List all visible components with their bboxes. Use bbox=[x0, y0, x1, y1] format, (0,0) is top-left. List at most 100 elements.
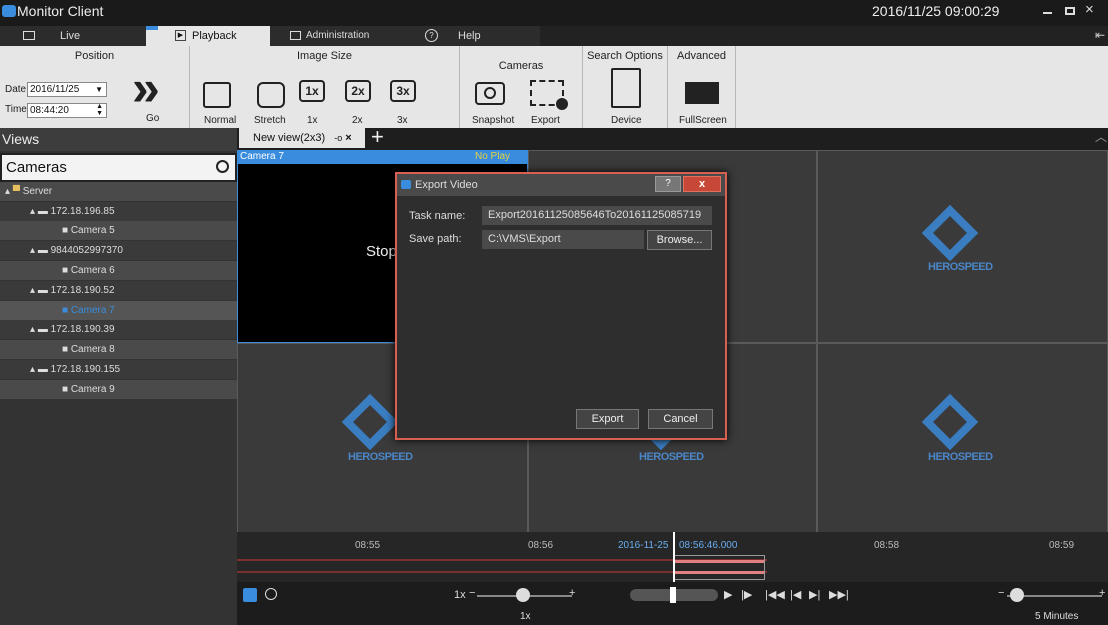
zoom-2x-icon[interactable]: 2x bbox=[345, 80, 371, 102]
sync-icon[interactable] bbox=[243, 588, 257, 602]
export-selection[interactable] bbox=[673, 555, 765, 580]
tree-node-server[interactable]: ▴ ▀ Server bbox=[0, 182, 237, 201]
zoom-2x-button[interactable]: 2x bbox=[352, 115, 363, 126]
play-icon[interactable]: ▶ bbox=[724, 588, 732, 601]
stretch-icon[interactable] bbox=[257, 82, 285, 108]
view-tab[interactable]: New view(2x3) -o × bbox=[239, 128, 365, 148]
tree-node-camera[interactable]: ■ Camera 8 bbox=[0, 340, 237, 359]
collapse-icon[interactable]: ︿ bbox=[1095, 128, 1107, 145]
play-status: No Play bbox=[475, 151, 511, 162]
app-title: Monitor Client bbox=[17, 3, 104, 19]
date-field[interactable]: 2016/11/25 ▼ bbox=[27, 82, 107, 97]
tree-node-camera[interactable]: ■ Camera 6 bbox=[0, 261, 237, 280]
help-icon: ? bbox=[425, 29, 438, 42]
export-button[interactable]: Export bbox=[531, 115, 560, 126]
tab-playback-label: Playback bbox=[192, 30, 237, 42]
exit-icon[interactable]: ⇤ bbox=[1095, 28, 1105, 42]
zoom-3x-icon[interactable]: 3x bbox=[390, 80, 416, 102]
speed-slider-thumb[interactable] bbox=[516, 588, 530, 602]
snapshot-icon[interactable] bbox=[475, 82, 505, 105]
main-tabs: Live ▶ Playback Administration ? Help ⇤ bbox=[0, 26, 1108, 46]
zoom-1x-button[interactable]: 1x bbox=[307, 115, 318, 126]
tab-live[interactable]: Live bbox=[0, 26, 146, 46]
tab-help-label: Help bbox=[458, 30, 481, 42]
zoom-minus-icon[interactable]: − bbox=[998, 587, 1004, 599]
export-confirm-button[interactable]: Export bbox=[576, 409, 639, 429]
fullscreen-button[interactable]: FullScreen bbox=[679, 115, 727, 126]
dialog-close-button[interactable]: x bbox=[683, 176, 721, 192]
dialog-help-button[interactable]: ? bbox=[655, 176, 681, 192]
stretch-button[interactable]: Stretch bbox=[254, 115, 286, 126]
maximize-icon[interactable] bbox=[1065, 7, 1075, 15]
zoom-3x-icon-text: 3x bbox=[396, 84, 410, 98]
next-frame-icon[interactable]: ▶| bbox=[809, 588, 820, 601]
spinner-icon[interactable]: ▲ ▼ bbox=[96, 103, 103, 117]
close-icon[interactable]: × bbox=[1085, 1, 1094, 18]
export-icon[interactable] bbox=[530, 80, 568, 110]
close-tab-icon[interactable]: × bbox=[345, 132, 351, 144]
tree-node-camera[interactable]: ■ Camera 9 bbox=[0, 380, 237, 399]
device-button[interactable]: Device bbox=[611, 115, 642, 126]
zoom-1x-icon[interactable]: 1x bbox=[299, 80, 325, 102]
dialog-app-icon bbox=[401, 180, 411, 189]
speed-plus-icon[interactable]: + bbox=[569, 587, 575, 599]
speed-minus-icon[interactable]: − bbox=[469, 587, 475, 599]
go-button[interactable]: Go bbox=[146, 113, 159, 124]
timeline-cursor[interactable] bbox=[673, 532, 675, 582]
views-header: Views bbox=[0, 128, 237, 151]
zoom-slider-thumb[interactable] bbox=[1010, 588, 1024, 602]
export-video-dialog: Export Video ? x Task name: Export201611… bbox=[395, 172, 727, 440]
zoom-plus-icon[interactable]: + bbox=[1099, 587, 1105, 599]
clock-icon[interactable] bbox=[265, 588, 277, 600]
tree-label: 172.18.196.85 bbox=[50, 206, 115, 217]
position-thumb[interactable] bbox=[670, 587, 676, 603]
task-name-label: Task name: bbox=[409, 210, 466, 222]
step-forward-icon[interactable]: |▶ bbox=[741, 588, 752, 601]
zoom-3x-button[interactable]: 3x bbox=[397, 115, 408, 126]
go-arrow-icon[interactable]: » bbox=[132, 63, 160, 113]
normal-icon[interactable] bbox=[203, 82, 231, 108]
cursor-time: 08:56:46.000 bbox=[679, 540, 738, 551]
time-field[interactable]: 08:44:20 ▲ ▼ bbox=[27, 103, 107, 118]
camera-cell-6[interactable]: HEROSPEED bbox=[817, 343, 1108, 533]
tree-node-device[interactable]: ▴ ▬ 9844052997370 bbox=[0, 241, 237, 260]
snapshot-button[interactable]: Snapshot bbox=[472, 115, 514, 126]
device-icon[interactable] bbox=[611, 68, 641, 108]
dropdown-icon[interactable]: ▼ bbox=[95, 83, 103, 96]
cursor-date: 2016-11-25 bbox=[618, 540, 669, 551]
browse-button[interactable]: Browse... bbox=[647, 230, 712, 250]
task-name-value: Export20161125085646To20161125085719 bbox=[488, 209, 702, 221]
device-node-icon: ▬ bbox=[37, 245, 48, 256]
search-icon[interactable] bbox=[216, 160, 229, 173]
fullscreen-icon[interactable] bbox=[685, 82, 719, 104]
tab-help[interactable]: ? Help bbox=[403, 26, 540, 46]
tree-node-device[interactable]: ▴ ▬ 172.18.196.85 bbox=[0, 202, 237, 221]
group-title: Search Options bbox=[587, 50, 663, 62]
skip-start-icon[interactable]: |◀◀ bbox=[765, 588, 785, 601]
tab-administration[interactable]: Administration bbox=[270, 26, 403, 46]
camera-search-input[interactable]: Cameras bbox=[0, 153, 237, 182]
task-name-input[interactable]: Export20161125085646To20161125085719 bbox=[482, 206, 712, 225]
skip-end-icon[interactable]: ▶▶| bbox=[829, 588, 849, 601]
cancel-button[interactable]: Cancel bbox=[648, 409, 713, 429]
tree-node-camera[interactable]: ■ Camera 5 bbox=[0, 221, 237, 240]
group-title: Image Size bbox=[296, 50, 353, 62]
monitor-icon bbox=[23, 31, 35, 40]
save-path-input[interactable]: C:\VMS\Export bbox=[482, 230, 644, 249]
tree-label: Server bbox=[22, 186, 53, 197]
camera-cell-3[interactable]: HEROSPEED bbox=[817, 150, 1108, 343]
tab-playback[interactable]: ▶ Playback bbox=[146, 26, 270, 46]
tab-accent bbox=[146, 26, 158, 30]
device-node-icon: ▬ bbox=[37, 206, 48, 217]
add-tab-icon[interactable]: + bbox=[371, 124, 384, 150]
play-icon: ▶ bbox=[175, 30, 186, 41]
prev-frame-icon[interactable]: |◀ bbox=[790, 588, 801, 601]
normal-button[interactable]: Normal bbox=[204, 115, 236, 126]
group-title: Position bbox=[74, 50, 115, 62]
timeline[interactable]: 08:55 08:56 08:58 08:59 2016-11-25 08:56… bbox=[237, 532, 1108, 582]
tree-node-device[interactable]: ▴ ▬ 172.18.190.39 bbox=[0, 320, 237, 339]
tree-node-camera-selected[interactable]: ■ Camera 7 bbox=[0, 301, 237, 320]
tree-node-device[interactable]: ▴ ▬ 172.18.190.155 bbox=[0, 360, 237, 379]
tree-node-device[interactable]: ▴ ▬ 172.18.190.52 bbox=[0, 281, 237, 300]
minimize-icon[interactable] bbox=[1043, 12, 1052, 14]
